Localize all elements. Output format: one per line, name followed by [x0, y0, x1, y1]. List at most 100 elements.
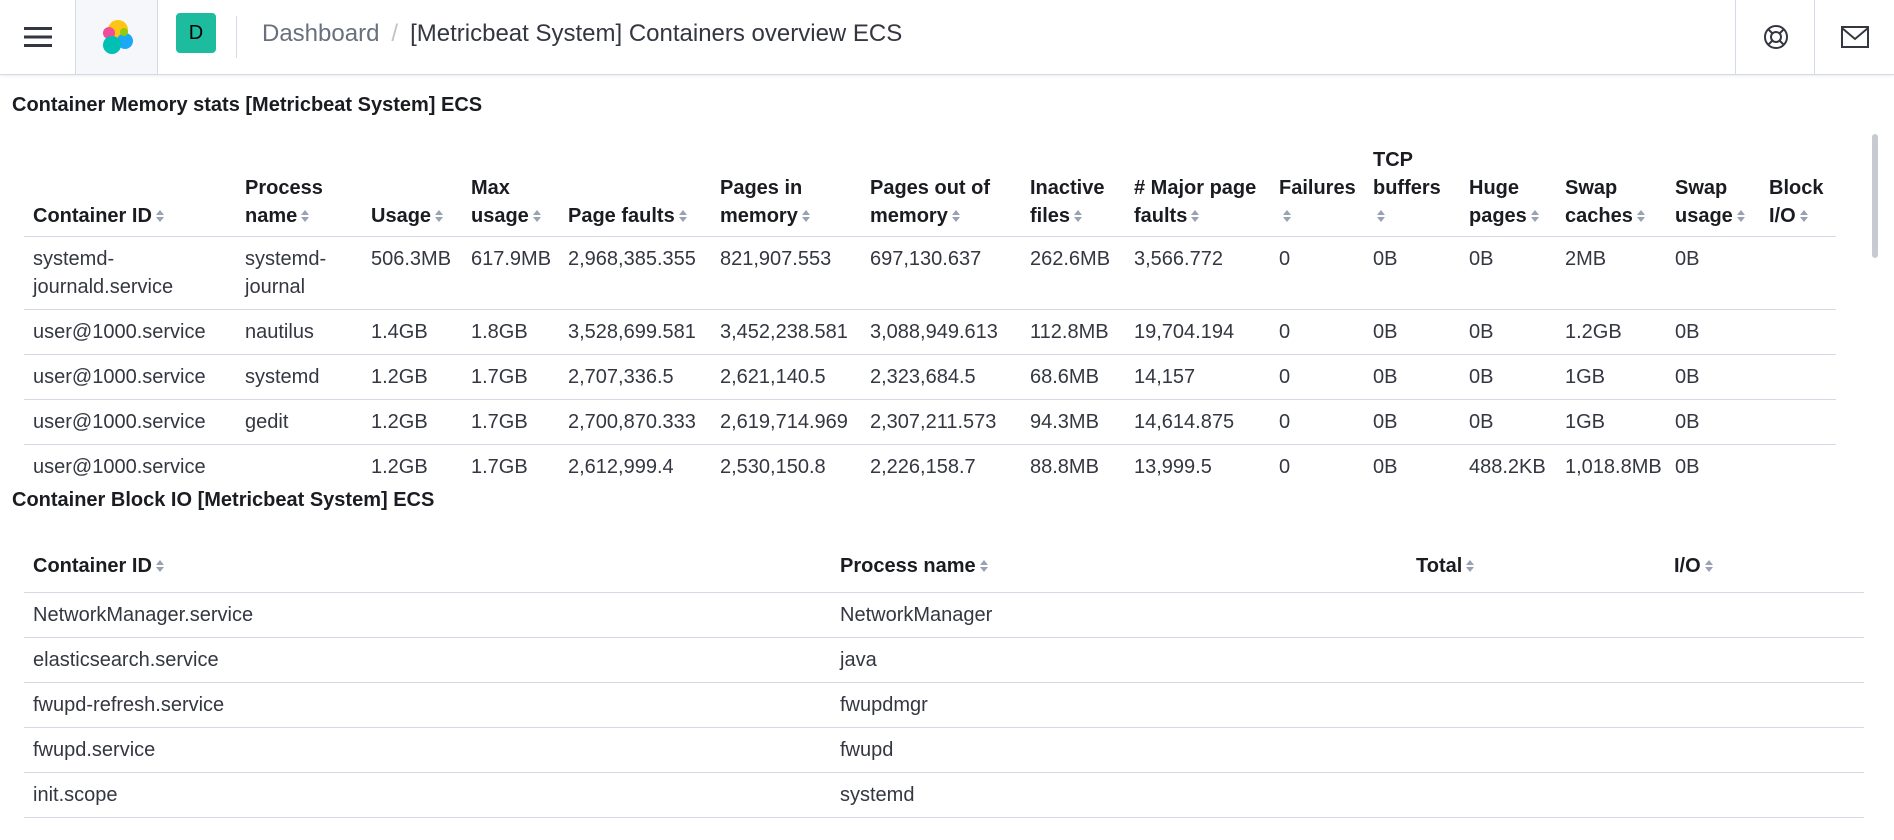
sort-arrows-icon[interactable] [1190, 209, 1200, 223]
column-header-label: Process name [245, 176, 323, 227]
table-cell: systemd [831, 772, 1407, 818]
table-cell: 2,619,714.969 [711, 399, 861, 445]
help-lifebuoy-icon [1764, 25, 1788, 49]
table-cell: 14,614.875 [1125, 399, 1270, 445]
column-header[interactable]: Usage [362, 128, 462, 237]
table-cell: 0B [1666, 309, 1760, 355]
column-header-label: Max usage [471, 176, 529, 227]
column-header[interactable]: Failures [1270, 128, 1364, 237]
table-cell: 1.7GB [462, 444, 559, 478]
column-header[interactable]: # Major page faults [1125, 128, 1270, 237]
column-header[interactable]: Container ID [24, 540, 831, 593]
table-cell: 13,999.5 [1125, 444, 1270, 478]
table-cell: NetworkManager.service [24, 592, 831, 638]
table-cell: 3,088,949.613 [861, 309, 1021, 355]
table-cell [1665, 637, 1864, 683]
table-cell: 2,612,999.4 [559, 444, 711, 478]
table-row[interactable]: fwupd-refresh.service fwupdmgr [24, 682, 1864, 728]
column-header[interactable]: TCP buffers [1364, 128, 1460, 237]
column-header[interactable]: Pages in memory [711, 128, 861, 237]
sort-arrows-icon[interactable] [155, 209, 165, 223]
sort-arrows-icon[interactable] [1636, 209, 1646, 223]
table-cell [1407, 592, 1665, 638]
memory-stats-panel[interactable]: Container ID Process name Usage Max usage Pa… [24, 128, 1836, 478]
table-cell: systemd [236, 354, 362, 400]
space-avatar[interactable]: D [176, 13, 216, 53]
sort-arrows-icon[interactable] [1465, 559, 1475, 573]
sort-arrows-icon[interactable] [532, 209, 542, 223]
column-header[interactable]: I/O [1665, 540, 1864, 593]
sort-arrows-icon[interactable] [1282, 209, 1292, 223]
table-row[interactable]: user@1000.service systemd 1.2GB 1.7GB 2,707,… [24, 354, 1836, 400]
breadcrumb-dashboard-link[interactable]: Dashboard [262, 20, 379, 48]
table-row[interactable]: elasticsearch.service java [24, 637, 1864, 683]
column-header[interactable]: Max usage [462, 128, 559, 237]
table-cell: nautilus [236, 309, 362, 355]
table-cell: 3,566.772 [1125, 236, 1270, 310]
home-logo-button[interactable] [75, 0, 158, 74]
table-cell: 2MB [1556, 236, 1666, 310]
table-row[interactable]: user@1000.service 1.2GB 1.7GB 2,612,999.4 2,… [24, 444, 1836, 478]
sort-arrows-icon[interactable] [300, 209, 310, 223]
menu-button[interactable] [0, 0, 75, 74]
table-row[interactable]: fwupd.service fwupd [24, 727, 1864, 773]
sort-arrows-icon[interactable] [1530, 209, 1540, 223]
sort-arrows-icon[interactable] [951, 209, 961, 223]
sort-arrows-icon[interactable] [979, 559, 989, 573]
table-cell: 0 [1270, 444, 1364, 478]
column-header[interactable]: Swap usage [1666, 128, 1760, 237]
column-header[interactable]: Container ID [24, 128, 236, 237]
column-header[interactable]: Total [1407, 540, 1665, 593]
table-cell: 697,130.637 [861, 236, 1021, 310]
column-header[interactable]: Inactive files [1021, 128, 1125, 237]
table-cell: init.scope [24, 772, 831, 818]
sort-arrows-icon[interactable] [434, 209, 444, 223]
table-cell: 1.8GB [462, 309, 559, 355]
table-cell: 0 [1270, 309, 1364, 355]
table-cell: fwupd.service [24, 727, 831, 773]
sort-arrows-icon[interactable] [1799, 209, 1809, 223]
memory-panel-scrollbar[interactable] [1872, 134, 1878, 258]
news-feed-button[interactable] [1814, 0, 1894, 74]
column-header[interactable]: Block I/O [1760, 128, 1836, 237]
table-row[interactable]: init.scope systemd [24, 772, 1864, 818]
sort-arrows-icon[interactable] [1073, 209, 1083, 223]
table-row[interactable]: systemd-journald.service systemd-journal 5… [24, 236, 1836, 310]
column-header-label: Swap caches [1565, 176, 1633, 227]
table-cell: systemd-journald.service [24, 236, 236, 310]
sort-arrows-icon[interactable] [1736, 209, 1746, 223]
sort-arrows-icon[interactable] [155, 559, 165, 573]
mail-icon [1841, 26, 1869, 48]
sort-arrows-icon[interactable] [678, 209, 688, 223]
column-header[interactable]: Pages out of memory [861, 128, 1021, 237]
table-row[interactable]: user@1000.service gedit 1.2GB 1.7GB 2,700,87… [24, 399, 1836, 445]
column-header[interactable]: Swap caches [1556, 128, 1666, 237]
help-button[interactable] [1735, 0, 1816, 74]
column-header-label: Page faults [568, 204, 675, 227]
table-cell: 112.8MB [1021, 309, 1125, 355]
table-row[interactable]: NetworkManager.service NetworkManager [24, 592, 1864, 638]
table-cell [1407, 637, 1665, 683]
sort-arrows-icon[interactable] [801, 209, 811, 223]
table-cell: java [831, 637, 1407, 683]
block-io-panel[interactable]: Container ID Process name Total I/O Network… [24, 540, 1864, 818]
table-cell: fwupd [831, 727, 1407, 773]
column-header[interactable]: Process name [236, 128, 362, 237]
column-header[interactable]: Huge pages [1460, 128, 1556, 237]
memory-panel-title: Container Memory stats [Metricbeat Syste… [12, 94, 483, 116]
table-cell: 14,157 [1125, 354, 1270, 400]
table-cell: fwupd-refresh.service [24, 682, 831, 728]
table-cell: 506.3MB [362, 236, 462, 310]
table-cell: 0B [1364, 354, 1460, 400]
sort-arrows-icon[interactable] [1704, 559, 1714, 573]
table-cell: fwupdmgr [831, 682, 1407, 728]
table-row[interactable]: user@1000.service nautilus 1.4GB 1.8GB 3,528… [24, 309, 1836, 355]
table-cell: 2,968,385.355 [559, 236, 711, 310]
sort-arrows-icon[interactable] [1376, 209, 1386, 223]
column-header[interactable]: Process name [831, 540, 1407, 593]
column-header[interactable]: Page faults [559, 128, 711, 237]
table-cell: 0B [1666, 444, 1760, 478]
table-cell: user@1000.service [24, 309, 236, 355]
table-cell: 1.2GB [362, 399, 462, 445]
table-cell [1760, 444, 1836, 478]
